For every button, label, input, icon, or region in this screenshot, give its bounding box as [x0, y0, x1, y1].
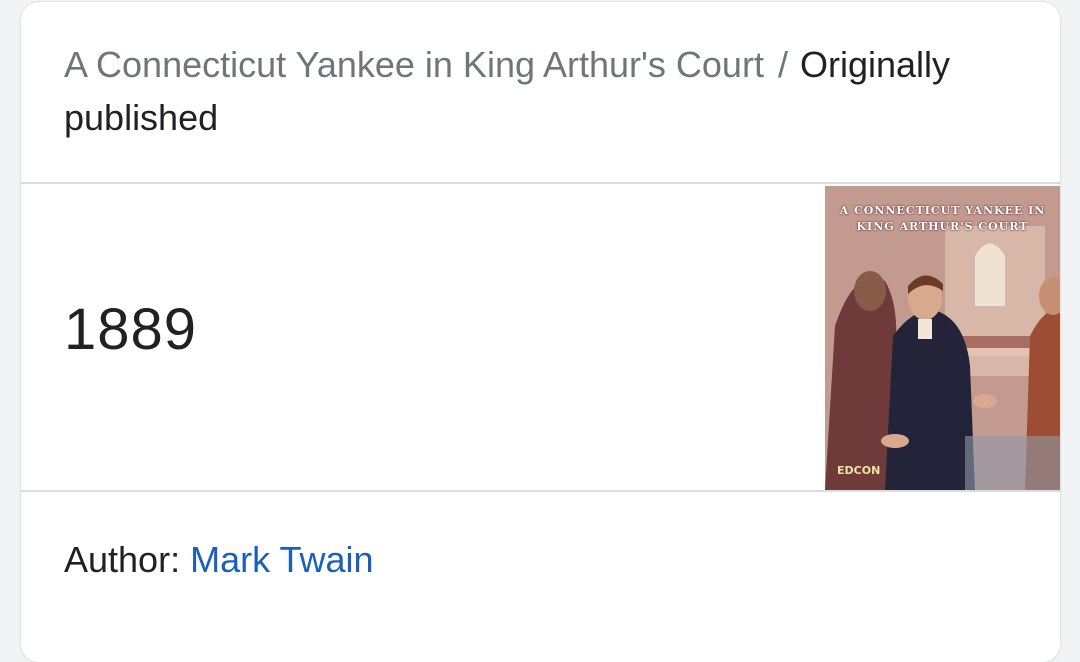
knowledge-card: A Connecticut Yankee in King Arthur's Co… — [21, 2, 1060, 662]
answer-value: 1889 — [64, 297, 198, 362]
book-cover-image[interactable]: A CONNECTICUT YANKEE IN KING ARTHUR'S CO… — [825, 186, 1060, 490]
card-header: A Connecticut Yankee in King Arthur's Co… — [21, 2, 1060, 184]
breadcrumb-book-link[interactable]: A Connecticut Yankee in King Arthur's Co… — [64, 44, 764, 85]
author-link[interactable]: Mark Twain — [190, 539, 373, 580]
author-section: Author: Mark Twain — [21, 492, 1060, 662]
breadcrumb-separator: / — [777, 44, 788, 85]
author-row: Author: Mark Twain — [64, 536, 374, 584]
breadcrumb: A Connecticut Yankee in King Arthur's Co… — [64, 38, 994, 144]
cover-title-line2: KING ARTHUR'S COURT — [856, 220, 1029, 233]
cover-title-line1: A CONNECTICUT YANKEE IN — [839, 204, 1046, 217]
answer-section: 1889 A CONNECTICUT YANKEE IN KING ARTHUR… — [21, 184, 1060, 492]
author-label: Author: — [64, 539, 181, 580]
cover-publisher-logo: EDCON — [837, 464, 881, 477]
